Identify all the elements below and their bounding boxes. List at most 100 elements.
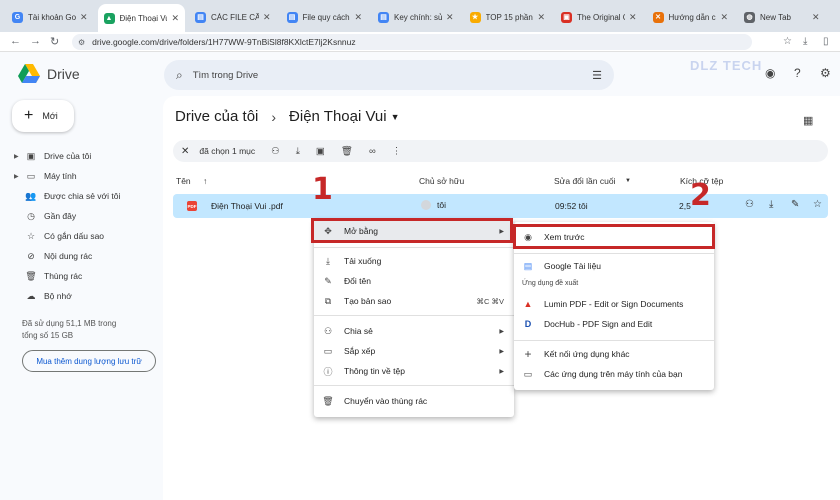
chevron-down-icon[interactable]: ▼ (391, 112, 400, 122)
menu-item-rename[interactable]: ✎ Đổi tên (314, 271, 514, 291)
sidebar-item[interactable]: ☆ Có gắn dấu sao (14, 226, 164, 246)
menu-divider (314, 315, 514, 316)
browser-tab[interactable]: ▤ CÁC FILE CẦN ✕ (189, 6, 277, 28)
tab-close-icon[interactable]: ✕ (812, 12, 820, 23)
download-icon[interactable]: ⤓ (803, 36, 807, 47)
storage-line-1: Đã sử dụng 51,1 MB trong (22, 319, 117, 328)
pdf-file-icon: PDF (187, 201, 197, 211)
menu-item-trash[interactable]: 🗑 Chuyển vào thùng rác (314, 391, 514, 411)
download-icon[interactable]: ⤓ (769, 199, 773, 210)
sort-dropdown-icon[interactable]: ▼ (625, 178, 631, 184)
menu-item-organize[interactable]: ▭ Sắp xếp ▶ (314, 341, 514, 361)
browser-tab[interactable]: ★ TOP 15 phần ✕ (464, 6, 552, 28)
drive-logo[interactable]: Drive (18, 64, 80, 83)
tab-close-icon[interactable]: ✕ (537, 12, 545, 23)
sidebar-item[interactable]: ▶ ▣ Drive của tôi (14, 146, 164, 166)
browser-tab[interactable]: ✕ Hướng dẫn cá ✕ (647, 6, 735, 28)
menu-item-google-docs[interactable]: ▤ Google Tài liệu (514, 256, 714, 276)
menu-item-dochub[interactable]: D DocHub - PDF Sign and Edit (514, 314, 714, 334)
sidebar-item-label: Drive của tôi (44, 151, 92, 161)
sort-arrow-icon[interactable]: ↑ (203, 176, 207, 186)
breadcrumb-current[interactable]: Điện Thoại Vui (289, 108, 387, 125)
tab-close-icon[interactable]: ✕ (354, 12, 362, 23)
rename-pencil-icon[interactable]: ✎ (791, 199, 799, 210)
search-options-icon[interactable]: ☰ (592, 69, 602, 82)
search-icon: ⌕ (176, 67, 183, 82)
url-field[interactable]: ⚙ drive.google.com/drive/folders/1H77WW-… (72, 34, 752, 50)
highlight-box-step1 (311, 218, 513, 243)
menu-item-connect-more[interactable]: + Kết nối ứng dụng khác (514, 344, 714, 364)
submenu-arrow-icon: ▶ (499, 348, 504, 355)
expand-caret-icon[interactable]: ▶ (14, 153, 19, 160)
browser-tab[interactable]: ◍ New Tab ✕ (738, 6, 826, 28)
menu-item-lumin[interactable]: ▲ Lumin PDF - Edit or Sign Documents (514, 294, 714, 314)
browser-tab[interactable]: ▲ Điện Thoại Vui ✕ (97, 4, 185, 32)
trash-icon: 🗑 (25, 270, 37, 281)
browser-tab[interactable]: ▤ Key chính: sử ✕ (372, 6, 460, 28)
share-person-icon[interactable]: ⚇ (745, 199, 754, 210)
menu-divider (314, 385, 514, 386)
table-row[interactable]: PDF Điện Thoại Vui .pdf tôi 09:52 tôi 2,… (173, 194, 828, 218)
tab-close-icon[interactable]: ✕ (446, 12, 454, 23)
tab-title: The Original C (577, 12, 625, 22)
sidebar-item[interactable]: 🗑 Thùng rác (14, 266, 164, 286)
clear-selection-icon[interactable]: ✕ (181, 146, 189, 157)
tab-title: Tài khoản Goo (28, 12, 76, 22)
move-folder-icon[interactable]: ▣ (316, 146, 325, 157)
breadcrumb-separator-icon: › (271, 108, 277, 125)
sidebar-item[interactable]: ▶ ▭ Máy tính (14, 166, 164, 186)
sidebar-item[interactable]: ⊘ Nội dung rác (14, 246, 164, 266)
column-owner[interactable]: Chủ sở hữu (419, 176, 464, 186)
lumin-pdf-icon: ▲ (523, 299, 533, 309)
column-modified[interactable]: Sửa đổi lần cuối (554, 176, 615, 186)
tab-close-icon[interactable]: ✕ (171, 13, 179, 24)
settings-gear-icon[interactable]: ⚙ (820, 66, 831, 80)
sidebar-item[interactable]: ◷ Gần đây (14, 206, 164, 226)
star-icon[interactable]: ☆ (813, 199, 822, 210)
sidebar-item[interactable]: 👥 Được chia sẻ với tôi (14, 186, 164, 206)
download-icon[interactable]: ⤓ (296, 146, 300, 157)
split-view-icon[interactable]: ▯ (823, 36, 829, 47)
back-icon[interactable]: ← (10, 35, 21, 47)
search-input[interactable]: ⌕ Tìm trong Drive ☰ (164, 60, 614, 90)
more-vert-icon[interactable]: ⋮ (392, 146, 402, 157)
share-person-icon[interactable]: ⚇ (271, 146, 280, 157)
trash-icon[interactable]: 🗑 (341, 146, 353, 157)
help-icon[interactable]: ? (794, 66, 801, 80)
clock-icon: ◷ (27, 210, 35, 221)
browser-tab[interactable]: ▤ File quy cách ✕ (281, 6, 369, 28)
drive-icon: ▣ (26, 150, 36, 161)
site-info-icon[interactable]: ⚙ (78, 38, 85, 47)
folder-icon: ▭ (323, 345, 333, 356)
tab-close-icon[interactable]: ✕ (80, 12, 88, 23)
cloud-icon: ☁ (26, 290, 36, 301)
menu-item-share[interactable]: ⚇ Chia sẻ ▶ (314, 321, 514, 341)
menu-item-copy[interactable]: ⧉ Tạo bản sao ⌘C ⌘V (314, 291, 514, 311)
highlight-box-step2 (513, 224, 715, 249)
browser-tab[interactable]: ▣ The Original C ✕ (555, 6, 643, 28)
grid-view-icon[interactable]: ▦ (803, 114, 813, 127)
link-icon[interactable]: ∞ (369, 146, 376, 157)
context-menu: ✥ Mở bằng ▶ ⤓ Tải xuống ✎ Đổi tên ⧉ Tạo … (314, 219, 514, 417)
owner-text: tôi (437, 200, 446, 210)
column-name[interactable]: Tên (176, 176, 191, 186)
new-button[interactable]: + Mới (12, 100, 74, 132)
tab-close-icon[interactable]: ✕ (720, 12, 728, 23)
info-icon: ⓘ (323, 366, 333, 377)
tab-close-icon[interactable]: ✕ (629, 12, 637, 23)
sidebar-item-label: Thùng rác (44, 271, 83, 281)
breadcrumb-root[interactable]: Drive của tôi (175, 108, 258, 125)
buy-storage-button[interactable]: Mua thêm dung lượng lưu trữ (22, 350, 156, 372)
sidebar-item[interactable]: ☁ Bộ nhớ (14, 286, 164, 306)
forward-icon[interactable]: → (30, 35, 41, 47)
browser-tab[interactable]: G Tài khoản Goo ✕ (6, 6, 94, 28)
menu-item-file-info[interactable]: ⓘ Thông tin về tệp ▶ (314, 361, 514, 381)
menu-item-computer-apps[interactable]: ▭ Các ứng dụng trên máy tính của bạn (514, 364, 714, 384)
menu-item-download[interactable]: ⤓ Tải xuống (314, 251, 514, 271)
expand-caret-icon[interactable]: ▶ (14, 173, 19, 180)
bookmark-star-icon[interactable]: ☆ (783, 36, 792, 47)
reload-icon[interactable]: ↻ (50, 35, 59, 48)
google-docs-label: Google Tài liệu (544, 261, 602, 271)
tab-close-icon[interactable]: ✕ (263, 12, 271, 23)
offline-check-icon[interactable]: ◉ (765, 66, 775, 80)
